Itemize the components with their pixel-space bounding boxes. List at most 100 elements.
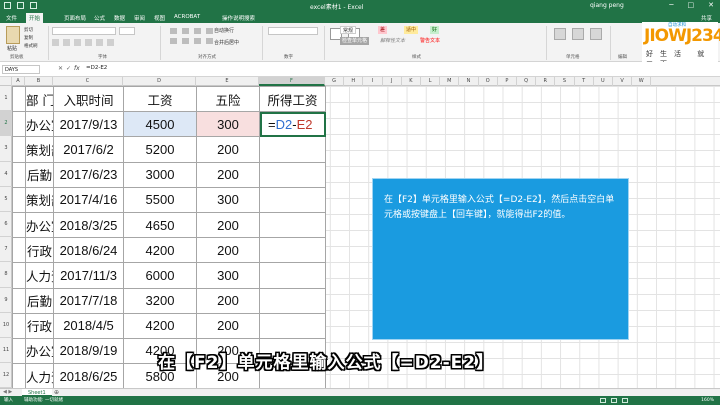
table-cell[interactable]: 200 [196, 287, 260, 314]
undo-icon[interactable] [17, 2, 24, 9]
table-cell[interactable] [259, 186, 326, 213]
table-cell[interactable]: 200 [196, 136, 260, 163]
table-cell[interactable]: 300 [196, 111, 260, 138]
row-header-9[interactable]: 9 [0, 288, 12, 313]
tab-page-layout[interactable]: 页面布局 [64, 14, 86, 22]
row-header-6[interactable]: 6 [0, 212, 12, 238]
table-cell[interactable] [259, 312, 326, 339]
tab-data[interactable]: 数据 [114, 14, 125, 22]
table-cell[interactable]: 2018/6/24 [53, 237, 124, 264]
column-header-d[interactable]: D [123, 77, 196, 86]
table-cell[interactable]: 4200 [123, 237, 197, 264]
row-header-12[interactable]: 12 [0, 363, 12, 389]
header-cell[interactable]: 工资 [123, 86, 197, 113]
table-cell[interactable] [259, 237, 326, 264]
column-header-u[interactable]: U [594, 77, 613, 86]
fill-color-icon[interactable] [96, 39, 103, 46]
tab-review[interactable]: 审阅 [134, 14, 145, 22]
table-cell[interactable]: 行政 [25, 312, 54, 339]
italic-icon[interactable] [63, 39, 70, 46]
merge-center-button[interactable]: 合并后居中 [212, 39, 241, 47]
format-cells-icon[interactable] [590, 28, 602, 40]
style-normal[interactable]: 常规 [340, 26, 357, 34]
column-header-s[interactable]: S [555, 77, 575, 86]
cell-a[interactable] [12, 111, 26, 138]
cancel-icon[interactable]: ✕ [58, 65, 63, 72]
table-cell[interactable]: 300 [196, 262, 260, 289]
bold-icon[interactable] [52, 39, 59, 46]
insert-cells-icon[interactable] [554, 28, 566, 40]
header-cell[interactable]: 部 门 [25, 86, 54, 113]
table-cell[interactable]: 4500 [123, 111, 197, 138]
insert-function-icon[interactable]: fx [74, 65, 80, 72]
style-bad[interactable]: 差 [378, 26, 388, 34]
table-cell[interactable]: 办公室 [25, 111, 54, 138]
cell-a1[interactable] [12, 86, 26, 113]
underline-icon[interactable] [74, 39, 81, 46]
table-cell[interactable]: 200 [196, 211, 260, 239]
column-header-q[interactable]: Q [517, 77, 537, 86]
column-header-m[interactable]: M [440, 77, 460, 86]
cell-a[interactable] [12, 312, 26, 339]
font-size-select[interactable] [119, 27, 135, 35]
normal-view-icon[interactable] [600, 398, 606, 403]
delete-cells-icon[interactable] [572, 28, 584, 40]
table-cell[interactable]: 2017/7/18 [53, 287, 124, 314]
align-top-icon[interactable] [170, 28, 177, 34]
copy-button[interactable]: 复制 [24, 35, 33, 41]
column-header-j[interactable]: J [383, 77, 402, 86]
column-header-p[interactable]: P [498, 77, 517, 86]
select-all-corner[interactable] [0, 77, 12, 86]
table-cell[interactable]: 办公室 [25, 337, 54, 365]
font-name-select[interactable] [52, 27, 116, 35]
row-header-1[interactable]: 1 [0, 86, 12, 112]
paste-icon[interactable] [6, 26, 20, 44]
number-format-select[interactable] [268, 27, 318, 35]
tell-me-search[interactable]: 操作说明搜索 [222, 14, 255, 22]
formula-input[interactable]: =D2-E2 [86, 65, 107, 71]
name-box[interactable]: DAYS [2, 65, 40, 74]
save-icon[interactable] [4, 2, 11, 9]
align-left-icon[interactable] [170, 38, 177, 44]
column-header-k[interactable]: K [402, 77, 421, 86]
column-header-n[interactable]: N [459, 77, 479, 86]
column-header-i[interactable]: I [363, 77, 383, 86]
column-header-c[interactable]: C [53, 77, 123, 86]
style-check-cell[interactable]: 检查单元格 [340, 37, 370, 45]
status-accessibility[interactable]: 辅助功能: 一切就绪 [24, 396, 63, 405]
style-neutral[interactable]: 适中 [404, 26, 419, 34]
table-cell[interactable]: 4650 [123, 211, 197, 239]
column-header-g[interactable]: G [325, 77, 345, 86]
maximize-icon[interactable]: □ [688, 1, 695, 9]
table-cell[interactable]: 2017/11/3 [53, 262, 124, 289]
sheet-nav-icon[interactable]: ◀ ▶ [3, 389, 12, 395]
user-name[interactable]: qiang peng [590, 2, 624, 9]
table-cell[interactable]: 人力资源 [25, 363, 54, 390]
table-cell[interactable]: 5500 [123, 186, 197, 213]
border-icon[interactable] [85, 39, 92, 46]
column-header-e[interactable]: E [196, 77, 259, 86]
table-cell[interactable] [259, 262, 326, 289]
style-explanatory[interactable]: 解释性文本 [378, 37, 407, 45]
column-header-r[interactable]: R [536, 77, 556, 86]
column-header-o[interactable]: O [479, 77, 498, 86]
cell-a[interactable] [12, 136, 26, 163]
wrap-text-button[interactable]: 自动换行 [212, 27, 236, 35]
cut-button[interactable]: 剪切 [24, 27, 33, 33]
header-cell[interactable]: 所得工资 [259, 86, 326, 113]
table-cell[interactable]: 2017/9/13 [53, 111, 124, 138]
tab-formulas[interactable]: 公式 [94, 14, 105, 22]
table-cell[interactable]: 人力资源 [25, 262, 54, 289]
table-cell[interactable]: 后勤 [25, 287, 54, 314]
table-cell[interactable]: 2018/3/25 [53, 211, 124, 239]
column-header-f[interactable]: F [259, 77, 325, 86]
active-cell-f2[interactable]: =D2-E2 [259, 111, 326, 138]
redo-icon[interactable] [30, 2, 37, 9]
column-header-t[interactable]: T [575, 77, 594, 86]
align-right-icon[interactable] [194, 38, 201, 44]
tab-acrobat[interactable]: ACROBAT [174, 14, 200, 20]
row-header-11[interactable]: 11 [0, 338, 12, 364]
share-button[interactable]: 共享 [701, 14, 712, 22]
table-cell[interactable]: 行政 [25, 237, 54, 264]
cell-a[interactable] [12, 363, 26, 390]
